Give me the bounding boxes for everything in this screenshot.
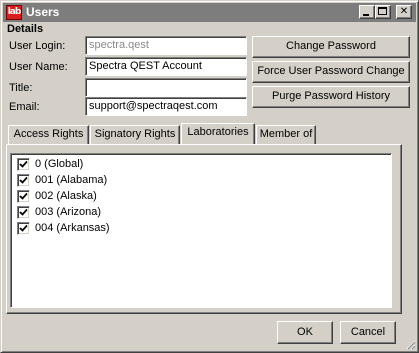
users-dialog: lab Users ✕ Details User Login: spectra.… xyxy=(0,0,419,353)
checkmark-icon xyxy=(19,160,28,168)
checkbox[interactable] xyxy=(17,157,30,171)
list-item[interactable]: 0 (Global) xyxy=(17,156,83,172)
checkmark-icon xyxy=(19,224,28,232)
laboratory-label: 003 (Arizona) xyxy=(35,206,102,218)
laboratory-label: 0 (Global) xyxy=(35,158,84,170)
email-label: Email: xyxy=(9,101,40,113)
email-field[interactable]: support@spectraqest.com xyxy=(85,97,247,116)
checkbox[interactable] xyxy=(17,189,30,203)
tab-signatory-rights[interactable]: Signatory Rights xyxy=(90,125,180,144)
laboratories-list[interactable]: 0 (Global) 001 (Alabama) 002 (Alaska) 00… xyxy=(10,153,392,308)
title-label: Title: xyxy=(9,82,33,94)
list-item[interactable]: 004 (Arkansas) xyxy=(17,220,110,236)
list-item[interactable]: 003 (Arizona) xyxy=(17,204,101,220)
title-bar[interactable]: lab Users ✕ xyxy=(3,3,416,22)
purge-password-history-button[interactable]: Purge Password History xyxy=(252,86,410,108)
laboratory-label: 004 (Arkansas) xyxy=(35,222,110,234)
checkmark-icon xyxy=(19,192,28,200)
resize-grip-icon[interactable] xyxy=(404,338,416,350)
tab-laboratories[interactable]: Laboratories xyxy=(181,123,255,144)
user-login-field: spectra.qest xyxy=(85,36,247,55)
window-title: Users xyxy=(26,5,60,19)
maximize-icon xyxy=(378,7,387,15)
checkbox[interactable] xyxy=(17,221,30,235)
ok-button[interactable]: OK xyxy=(277,321,333,344)
tab-member-of[interactable]: Member of xyxy=(256,125,316,144)
minimize-button[interactable] xyxy=(359,5,375,19)
app-icon[interactable]: lab xyxy=(6,5,22,20)
list-item[interactable]: 002 (Alaska) xyxy=(17,188,97,204)
user-name-field[interactable]: Spectra QEST Account xyxy=(85,57,247,76)
user-login-label: User Login: xyxy=(9,40,66,52)
laboratory-label: 001 (Alabama) xyxy=(35,174,108,186)
title-field[interactable] xyxy=(85,78,247,97)
checkmark-icon xyxy=(19,176,28,184)
checkbox[interactable] xyxy=(17,205,30,219)
laboratory-label: 002 (Alaska) xyxy=(35,190,97,202)
details-heading: Details xyxy=(7,23,44,35)
force-password-change-button[interactable]: Force User Password Change xyxy=(252,61,410,83)
checkmark-icon xyxy=(19,208,28,216)
change-password-button[interactable]: Change Password xyxy=(252,36,410,58)
minimize-icon xyxy=(363,14,369,16)
close-button[interactable]: ✕ xyxy=(396,5,412,19)
maximize-button[interactable] xyxy=(375,5,391,19)
tab-access-rights[interactable]: Access Rights xyxy=(8,125,89,144)
close-icon: ✕ xyxy=(399,6,409,17)
cancel-button[interactable]: Cancel xyxy=(340,321,396,344)
list-item[interactable]: 001 (Alabama) xyxy=(17,172,107,188)
user-name-label: User Name: xyxy=(9,61,68,73)
checkbox[interactable] xyxy=(17,173,30,187)
